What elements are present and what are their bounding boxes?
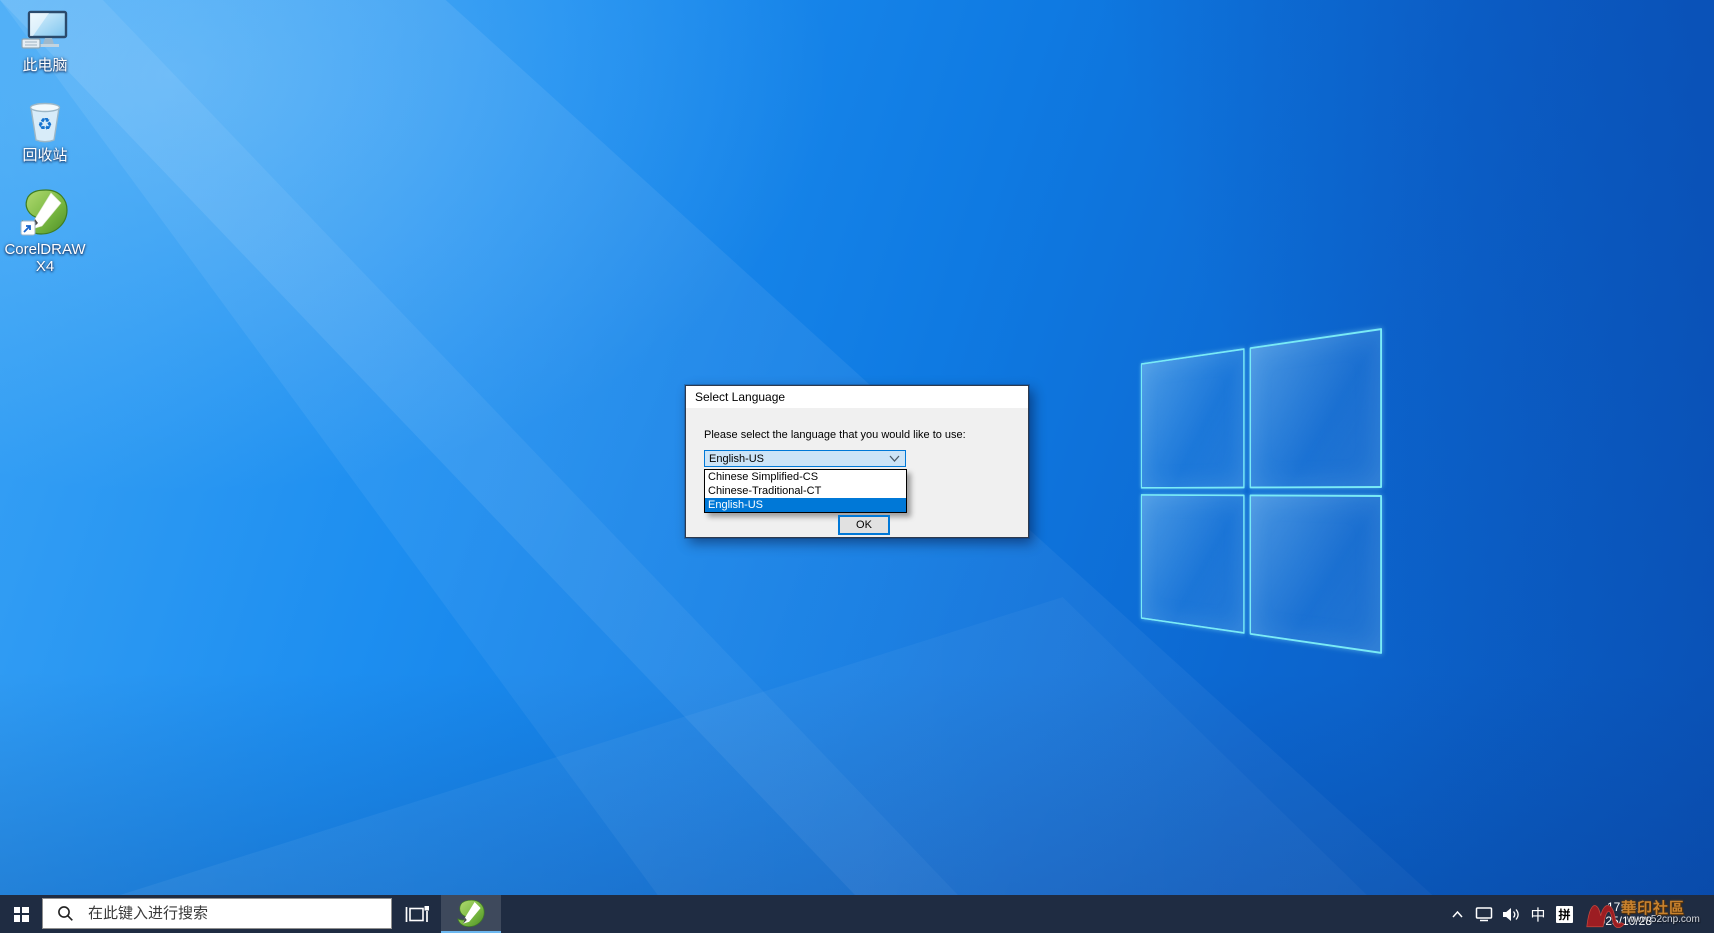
dropdown-option[interactable]: Chinese-Traditional-CT: [705, 484, 906, 498]
windows-logo-pane: [1140, 348, 1245, 489]
hidden-icons-button[interactable]: [1448, 895, 1466, 933]
windows-logo-pane: [1249, 494, 1382, 654]
desktop-icon-this-pc[interactable]: 此电脑: [4, 6, 86, 74]
windows-logo-pane: [1249, 328, 1382, 488]
taskbar-clock[interactable]: 17:34 2025/10/28: [1582, 900, 1662, 928]
svg-text:♻: ♻: [37, 115, 52, 135]
clock-time: 17:34: [1606, 900, 1638, 914]
network-tray-button[interactable]: [1475, 895, 1493, 933]
ime-language-indicator[interactable]: 中: [1529, 895, 1547, 933]
chevron-up-icon: [1451, 910, 1463, 918]
desktop-icon-coreldraw[interactable]: CorelDRAW X4: [4, 189, 86, 275]
coreldraw-icon: [20, 189, 70, 238]
combobox-value: English-US: [709, 452, 765, 465]
volume-tray-button[interactable]: [1502, 895, 1520, 933]
task-view-icon: [405, 906, 429, 922]
dialog-title: Select Language: [695, 390, 786, 404]
chevron-down-icon: [889, 455, 900, 462]
select-language-dialog: Select Language Please select the langua…: [685, 385, 1029, 538]
system-tray: 中 拼 17:34 2025/10/28: [1448, 895, 1662, 933]
desktop-icon-label: 回收站: [22, 147, 68, 164]
network-icon: [1475, 907, 1493, 922]
search-icon: [58, 906, 73, 921]
clock-date: 2025/10/28: [1591, 914, 1653, 928]
task-view-button[interactable]: [394, 895, 440, 933]
desktop-icon-label: CorelDRAW X4: [4, 241, 86, 275]
language-combobox[interactable]: English-US: [704, 450, 906, 467]
volume-icon: [1503, 907, 1519, 921]
desktop-icon-recycle-bin[interactable]: ♻ 回收站: [4, 96, 86, 164]
dropdown-option-selected[interactable]: English-US: [705, 498, 906, 512]
screen: 此电脑 ♻ 回收站 CorelDRAW X4 Select Language P…: [0, 0, 1714, 933]
ok-button[interactable]: OK: [838, 515, 890, 535]
taskbar-app-coreldraw[interactable]: [441, 895, 501, 933]
dropdown-option[interactable]: Chinese Simplified-CS: [705, 470, 906, 484]
this-pc-icon: [21, 6, 69, 54]
recycle-bin-icon: ♻: [24, 96, 66, 144]
windows-logo-pane: [1140, 493, 1245, 634]
dialog-titlebar[interactable]: Select Language: [686, 386, 1028, 408]
ime-mode-indicator[interactable]: 拼: [1556, 905, 1573, 923]
search-input[interactable]: [86, 904, 391, 923]
desktop-icon-label: 此电脑: [22, 57, 68, 74]
start-button[interactable]: [0, 895, 42, 933]
language-dropdown-list: Chinese Simplified-CS Chinese-Traditiona…: [704, 469, 907, 513]
language-prompt-label: Please select the language that you woul…: [704, 429, 966, 441]
windows-start-icon: [13, 906, 29, 922]
taskbar: 中 拼 17:34 2025/10/28: [0, 895, 1714, 933]
coreldraw-taskbar-icon: [457, 899, 485, 927]
taskbar-search[interactable]: [42, 898, 392, 929]
windows-logo-wallpaper: [1140, 328, 1382, 654]
